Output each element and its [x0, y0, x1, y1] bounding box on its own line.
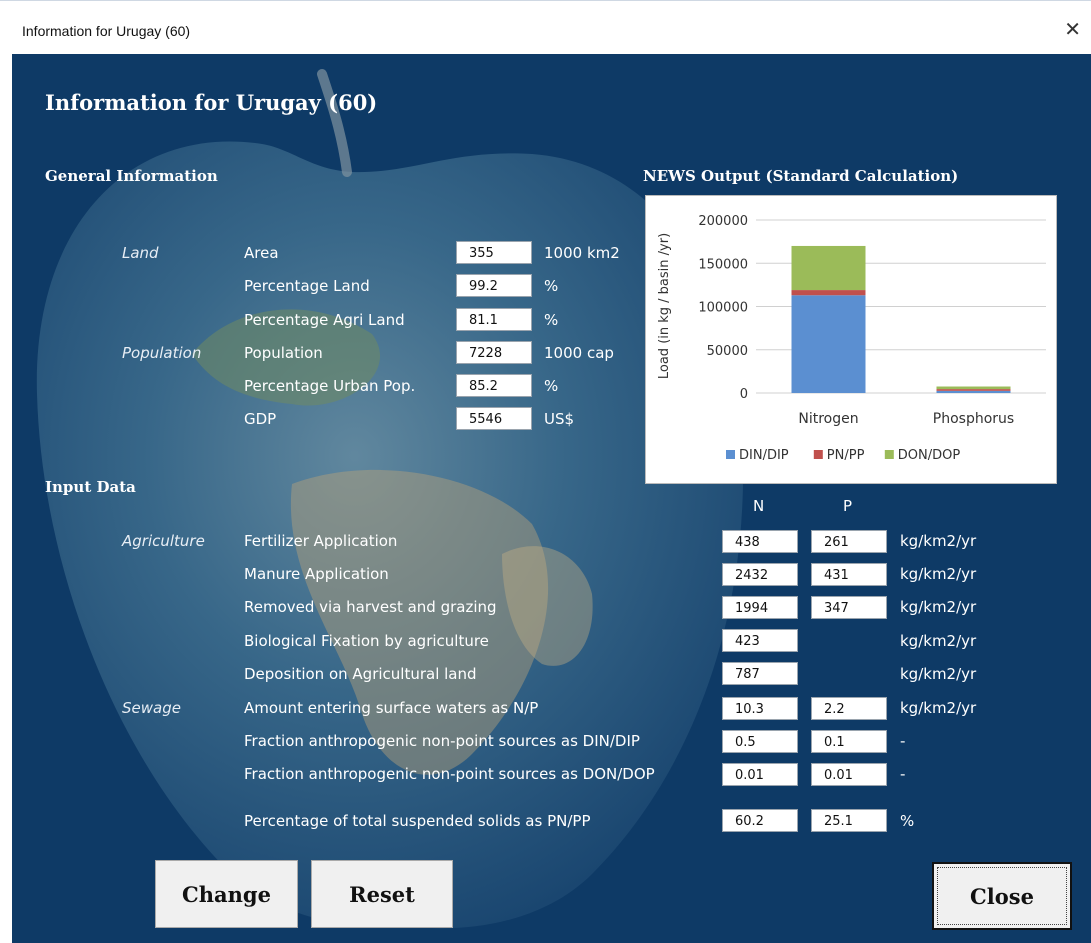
y-tick-label: 200000 — [698, 214, 748, 229]
deposition-label: Deposition on Agricultural land — [244, 665, 477, 683]
biological-fixation-unit: kg/km2/yr — [900, 632, 977, 650]
legend-label: DON/DOP — [898, 448, 961, 463]
page-title: Information for Urugay (60) — [45, 90, 378, 115]
legend-label: DIN/DIP — [739, 448, 789, 463]
legend-label: PN/PP — [827, 448, 865, 463]
population-label: Population — [244, 344, 323, 362]
percentage-urban-pop-field[interactable]: 85.2 — [456, 374, 532, 397]
category-agriculture: Agriculture — [122, 532, 205, 550]
fraction-don-dop-unit: - — [900, 765, 906, 783]
chart-svg: Load (in kg / basin /yr) 0 50000 100000 150… — [657, 214, 1046, 463]
y-tick-label: 100000 — [698, 301, 748, 316]
close-button[interactable]: Close — [932, 862, 1072, 930]
percentage-tss-p-field[interactable]: 25.1 — [811, 809, 887, 832]
area-field[interactable]: 355 — [456, 241, 532, 264]
fertilizer-unit: kg/km2/yr — [900, 532, 977, 550]
manure-unit: kg/km2/yr — [900, 565, 977, 583]
manure-application-label: Manure Application — [244, 565, 389, 583]
legend-swatch — [813, 450, 823, 459]
window-title: Information for Urugay (60) — [22, 23, 191, 39]
fraction-din-n-field[interactable]: 0.5 — [722, 730, 798, 753]
category-sewage: Sewage — [122, 699, 181, 717]
bar-segment — [936, 386, 1011, 390]
percentage-land-unit: % — [544, 277, 559, 295]
amount-entering-n-field[interactable]: 10.3 — [722, 697, 798, 720]
fraction-din-dip-label: Fraction anthropogenic non-point sources… — [244, 732, 640, 750]
percentage-agri-land-unit: % — [544, 311, 559, 329]
y-tick-label: 50000 — [707, 344, 748, 359]
gdp-label: GDP — [244, 410, 277, 428]
fertilizer-application-label: Fertilizer Application — [244, 532, 398, 550]
percentage-agri-land-field[interactable]: 81.1 — [456, 308, 532, 331]
general-info-heading: General Information — [45, 167, 218, 185]
percentage-land-field[interactable]: 99.2 — [456, 274, 532, 297]
population-unit: 1000 cap — [544, 344, 614, 362]
amount-entering-unit: kg/km2/yr — [900, 699, 977, 717]
fertilizer-p-field[interactable]: 261 — [811, 530, 887, 553]
fertilizer-n-field[interactable]: 438 — [722, 530, 798, 553]
change-button[interactable]: Change — [155, 860, 298, 928]
bar-segment — [936, 390, 1011, 393]
manure-p-field[interactable]: 431 — [811, 563, 887, 586]
population-field[interactable]: 7228 — [456, 341, 532, 364]
biological-fixation-label: Biological Fixation by agriculture — [244, 632, 489, 650]
deposition-unit: kg/km2/yr — [900, 665, 977, 683]
area-label: Area — [244, 244, 279, 262]
percentage-tss-unit: % — [900, 812, 915, 830]
percentage-land-label: Percentage Land — [244, 277, 370, 295]
gdp-unit: US$ — [544, 410, 575, 428]
dialog-body: Information for Urugay (60) General Info… — [12, 54, 1091, 943]
bar-segment — [936, 389, 1011, 391]
manure-n-field[interactable]: 2432 — [722, 563, 798, 586]
bar-segment — [791, 295, 866, 393]
deposition-n-field[interactable]: 787 — [722, 662, 798, 685]
x-category-label: Phosphorus — [933, 411, 1014, 427]
percentage-tss-label: Percentage of total suspended solids as … — [244, 812, 591, 830]
amount-entering-label: Amount entering surface waters as N/P — [244, 699, 539, 717]
news-output-chart: Load (in kg / basin /yr) 0 50000 100000 150… — [645, 195, 1057, 484]
gdp-field[interactable]: 5546 — [456, 407, 532, 430]
fraction-dip-p-field[interactable]: 0.1 — [811, 730, 887, 753]
reset-button[interactable]: Reset — [311, 860, 453, 928]
area-unit: 1000 km2 — [544, 244, 620, 262]
y-axis-label: Load (in kg / basin /yr) — [657, 233, 672, 379]
percentage-urban-pop-unit: % — [544, 377, 559, 395]
removed-harvest-label: Removed via harvest and grazing — [244, 598, 497, 616]
fraction-dop-p-field[interactable]: 0.01 — [811, 763, 887, 786]
input-data-heading: Input Data — [45, 478, 136, 496]
bar-segment — [791, 245, 866, 291]
x-category-label: Nitrogen — [798, 411, 858, 427]
column-header-p: P — [843, 497, 853, 515]
news-output-heading: NEWS Output (Standard Calculation) — [643, 167, 959, 185]
biological-fixation-n-field[interactable]: 423 — [722, 629, 798, 652]
y-tick-label: 150000 — [698, 257, 748, 272]
amount-entering-p-field[interactable]: 2.2 — [811, 697, 887, 720]
category-population: Population — [122, 344, 202, 362]
category-land: Land — [122, 244, 159, 262]
removed-harvest-p-field[interactable]: 347 — [811, 596, 887, 619]
bar-segment — [791, 290, 866, 296]
removed-harvest-unit: kg/km2/yr — [900, 598, 977, 616]
close-icon[interactable]: ✕ — [1064, 17, 1081, 42]
fraction-din-dip-unit: - — [900, 732, 906, 750]
removed-harvest-n-field[interactable]: 1994 — [722, 596, 798, 619]
percentage-urban-pop-label: Percentage Urban Pop. — [244, 377, 416, 395]
fraction-don-n-field[interactable]: 0.01 — [722, 763, 798, 786]
column-header-n: N — [753, 497, 765, 515]
legend-swatch — [726, 450, 735, 459]
percentage-agri-land-label: Percentage Agri Land — [244, 311, 405, 329]
percentage-tss-n-field[interactable]: 60.2 — [722, 809, 798, 832]
y-tick-label: 0 — [740, 387, 748, 402]
legend-swatch — [884, 450, 894, 459]
title-bar: Information for Urugay (60) ✕ — [0, 0, 1091, 54]
apple-globe-image — [36, 69, 744, 929]
fraction-don-dop-label: Fraction anthropogenic non-point sources… — [244, 765, 655, 783]
